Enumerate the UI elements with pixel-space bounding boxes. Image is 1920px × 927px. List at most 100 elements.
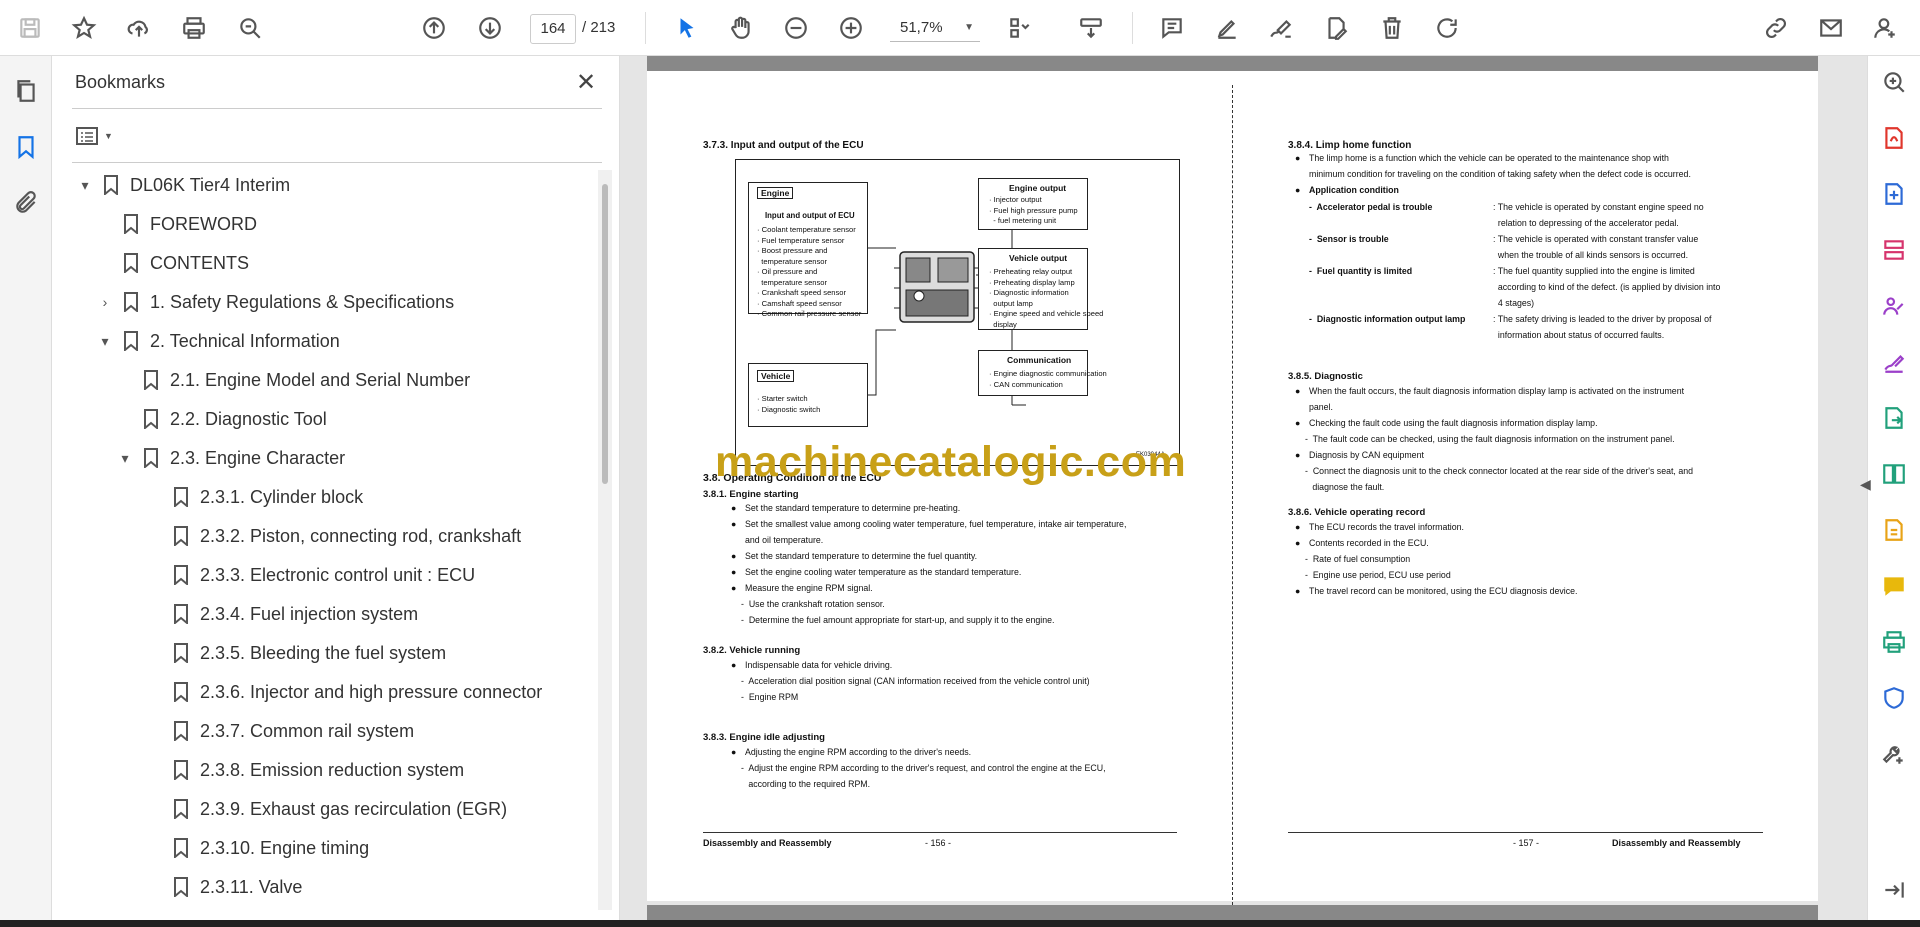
bookmark-icon[interactable] xyxy=(11,132,41,162)
bookmark-label: CONTENTS xyxy=(150,252,249,273)
rotate-icon[interactable] xyxy=(1429,10,1465,46)
fit-page-icon[interactable] xyxy=(1002,10,1038,46)
zoom-in-icon[interactable] xyxy=(833,10,869,46)
find-icon[interactable] xyxy=(232,10,268,46)
page-down-icon[interactable] xyxy=(472,10,508,46)
chevron-down-icon[interactable]: ▾ xyxy=(116,450,134,467)
organize-pages-icon[interactable] xyxy=(1880,236,1908,264)
bookmark-label: 2.2. Diagnostic Tool xyxy=(170,408,327,429)
bullet: ● xyxy=(1295,185,1301,195)
bookmark-label: 2.3.5. Bleeding the fuel system xyxy=(200,642,447,663)
protect-icon[interactable] xyxy=(1880,684,1908,712)
bookmark-item[interactable]: 2.3.6. Injector and high pressure connec… xyxy=(146,673,542,711)
print-production-icon[interactable] xyxy=(1880,628,1908,656)
expand-panel-icon[interactable] xyxy=(1880,876,1908,904)
compare-icon[interactable] xyxy=(1880,460,1908,488)
bullet: ● xyxy=(731,519,737,529)
vehicle-output-title: Vehicle output xyxy=(1009,253,1068,263)
page-up-icon[interactable] xyxy=(416,10,452,46)
bookmark-options-button[interactable]: ▼ xyxy=(76,122,120,150)
chevron-down-icon[interactable]: ▾ xyxy=(96,333,114,350)
highlight-icon[interactable] xyxy=(1209,10,1245,46)
bookmark-item[interactable]: 2.3.3. Electronic control unit : ECU xyxy=(146,556,475,594)
bookmark-item[interactable]: 2.3.2. Piston, connecting rod, crankshaf… xyxy=(146,517,521,555)
collapse-right-panel-icon[interactable]: ◀ xyxy=(1860,476,1871,493)
condition-label: - Accelerator pedal is trouble xyxy=(1309,202,1433,212)
zoom-select[interactable]: 51,7% ▼ xyxy=(890,14,980,42)
bullet: ● xyxy=(731,660,737,670)
hand-icon[interactable] xyxy=(723,10,759,46)
chevron-down-icon[interactable]: ▾ xyxy=(76,177,94,194)
bookmark-item[interactable]: 2.3.5. Bleeding the fuel system xyxy=(146,634,446,672)
condition-label: - Diagnostic information output lamp xyxy=(1309,314,1466,324)
document-viewport[interactable]: 3.7.3. Input and output of the ECU Engin… xyxy=(620,56,1867,920)
diagram-list-item: display xyxy=(989,319,1017,329)
bookmark-label: 2.3.3. Electronic control unit : ECU xyxy=(200,564,476,585)
condition-value: according to kind of the defect. (is app… xyxy=(1493,282,1721,292)
email-icon[interactable] xyxy=(1813,10,1849,46)
bookmark-item[interactable]: 2.3.10. Engine timing xyxy=(146,829,369,867)
request-signature-icon[interactable] xyxy=(1880,292,1908,320)
bookmark-item[interactable]: › 1. Safety Regulations & Specifications xyxy=(96,283,454,321)
comment-icon[interactable] xyxy=(1154,10,1190,46)
bookmarks-scrollbar[interactable] xyxy=(602,184,608,484)
body-line: diagnose the fault. xyxy=(1305,482,1385,492)
bookmark-item[interactable]: FOREWORD xyxy=(96,205,257,243)
create-pdf-icon[interactable] xyxy=(1880,180,1908,208)
zoom-out-icon[interactable] xyxy=(778,10,814,46)
heading-383: 3.8.3. Engine idle adjusting xyxy=(703,732,825,743)
share-link-icon[interactable] xyxy=(1758,10,1794,46)
bookmark-label: 2.3.2. Piston, connecting rod, crankshaf… xyxy=(200,525,522,546)
save-icon[interactable] xyxy=(12,10,48,46)
bookmark-item[interactable]: 2.3.8. Emission reduction system xyxy=(146,751,464,789)
edit-pdf-icon[interactable] xyxy=(1880,516,1908,544)
pages-icon[interactable] xyxy=(11,76,41,106)
bookmark-item[interactable]: 2.2. Diagnostic Tool xyxy=(116,400,327,438)
sign-icon[interactable] xyxy=(1263,10,1299,46)
condition-value: information about status of occurred fau… xyxy=(1493,330,1665,340)
comment-icon[interactable] xyxy=(1880,572,1908,600)
export-icon[interactable] xyxy=(1880,404,1908,432)
close-icon[interactable]: ✕ xyxy=(576,68,596,97)
star-icon[interactable] xyxy=(66,10,102,46)
attachment-icon[interactable] xyxy=(11,188,41,218)
bookmark-item[interactable]: 2.3.4. Fuel injection system xyxy=(146,595,418,633)
bookmark-item[interactable]: 2.3.9. Exhaust gas recirculation (EGR) xyxy=(146,790,507,828)
bookmark-item[interactable]: ▾ 2.3. Engine Character xyxy=(116,439,345,477)
upload-icon[interactable] xyxy=(121,10,157,46)
bullet: ● xyxy=(731,583,737,593)
top-toolbar: 164 / 213 51,7% ▼ xyxy=(0,0,1920,56)
bullet: ● xyxy=(1295,522,1301,532)
edit-icon[interactable] xyxy=(1318,10,1354,46)
print-icon[interactable] xyxy=(176,10,212,46)
right-tools-rail: ◀ xyxy=(1860,56,1920,920)
delete-icon[interactable] xyxy=(1374,10,1410,46)
bookmark-item[interactable]: 2.3.11. Valve xyxy=(146,868,302,906)
body-line: and oil temperature. xyxy=(745,535,824,545)
application-condition: Application condition xyxy=(1309,185,1399,195)
export-pdf-icon[interactable] xyxy=(1880,124,1908,152)
more-tools-icon[interactable] xyxy=(1880,740,1908,768)
fill-sign-icon[interactable] xyxy=(1880,348,1908,376)
page-number-input[interactable]: 164 xyxy=(530,14,576,44)
bookmark-icon xyxy=(174,604,188,626)
select-arrow-icon[interactable] xyxy=(669,10,705,46)
condition-value: when the trouble of all kinds sensors is… xyxy=(1493,250,1689,260)
bookmark-item[interactable]: ▾ DL06K Tier4 Interim xyxy=(76,166,290,204)
bullet: ● xyxy=(731,747,737,757)
bullet: ● xyxy=(1295,153,1301,163)
bookmark-item[interactable]: 2.3.7. Common rail system xyxy=(146,712,414,750)
chevron-right-icon[interactable]: › xyxy=(96,294,114,310)
bookmark-item[interactable]: 2.3.1. Cylinder block xyxy=(146,478,363,516)
footer-rule xyxy=(703,832,1177,833)
bookmark-icon xyxy=(174,487,188,509)
body-line: Diagnosis by CAN equipment xyxy=(1309,450,1424,460)
heading-373: 3.7.3. Input and output of the ECU xyxy=(703,140,864,151)
search-zoom-icon[interactable] xyxy=(1880,68,1908,96)
scroll-mode-icon[interactable] xyxy=(1073,10,1109,46)
bookmark-item[interactable]: CONTENTS xyxy=(96,244,249,282)
bookmark-item[interactable]: 2.1. Engine Model and Serial Number xyxy=(116,361,470,399)
bookmark-icon xyxy=(124,292,138,314)
bookmark-item[interactable]: ▾ 2. Technical Information xyxy=(96,322,340,360)
account-icon[interactable] xyxy=(1867,10,1903,46)
